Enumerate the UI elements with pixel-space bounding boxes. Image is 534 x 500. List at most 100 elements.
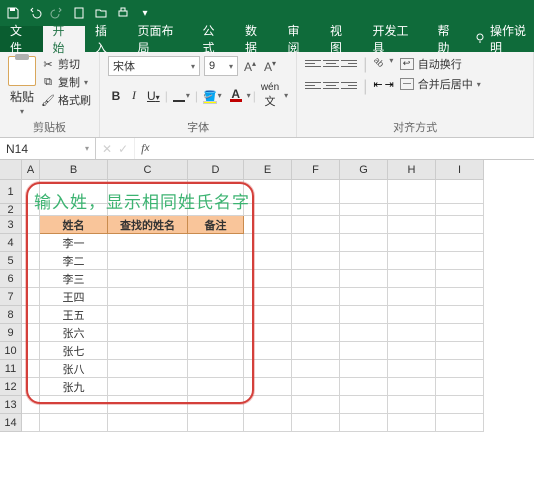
cell[interactable] [244,306,292,324]
tab-file[interactable]: 文件 [0,26,43,52]
cell[interactable] [108,360,188,378]
cell[interactable] [436,414,484,432]
cell[interactable] [436,306,484,324]
cell[interactable] [388,378,436,396]
row-header-4[interactable]: 4 [0,234,21,252]
row-header-14[interactable]: 14 [0,414,21,432]
tab-help[interactable]: 帮助 [428,26,471,52]
cell[interactable] [436,270,484,288]
cell[interactable] [244,342,292,360]
cell[interactable] [244,252,292,270]
cancel-formula-icon[interactable]: ✕ [102,142,112,156]
cell[interactable] [340,414,388,432]
align-right-button[interactable] [341,78,357,92]
qat-customize-icon[interactable]: ▾ [138,6,152,20]
cell[interactable] [388,288,436,306]
cell[interactable] [108,204,188,216]
row-header-2[interactable]: 2 [0,204,21,216]
cell[interactable] [436,288,484,306]
cell[interactable] [108,342,188,360]
cell[interactable] [188,342,244,360]
paste-button[interactable]: 粘贴 ▾ [8,56,36,116]
cell[interactable] [108,324,188,342]
formula-input[interactable] [155,138,534,159]
name-cell[interactable]: 张七 [40,342,108,360]
cell[interactable] [292,396,340,414]
format-painter-button[interactable]: 🖌格式刷 [42,92,91,108]
cell[interactable] [40,414,108,432]
cell[interactable] [388,414,436,432]
tab-formulas[interactable]: 公式 [193,26,236,52]
name-cell[interactable]: 王四 [40,288,108,306]
col-header-E[interactable]: E [244,160,292,180]
cell[interactable] [108,270,188,288]
row-header-5[interactable]: 5 [0,252,21,270]
fx-icon[interactable]: fx [135,138,155,159]
name-cell[interactable]: 王五 [40,306,108,324]
font-size-dropdown[interactable]: 9▾ [204,56,238,76]
name-cell[interactable]: 李一 [40,234,108,252]
cell[interactable] [22,252,40,270]
cell[interactable] [388,396,436,414]
cell[interactable] [188,324,244,342]
cell[interactable] [108,180,188,204]
cell[interactable] [292,306,340,324]
cell[interactable] [22,378,40,396]
col-header-C[interactable]: C [108,160,188,180]
cell[interactable] [40,204,108,216]
cell[interactable] [108,414,188,432]
cell[interactable] [188,378,244,396]
cell[interactable] [436,180,484,204]
name-cell[interactable]: 张九 [40,378,108,396]
tab-insert[interactable]: 插入 [85,26,128,52]
font-name-dropdown[interactable]: 宋体▾ [108,56,200,76]
cell[interactable] [108,234,188,252]
cell[interactable] [108,288,188,306]
col-header-I[interactable]: I [436,160,484,180]
row-header-1[interactable]: 1 [0,180,21,204]
copy-button[interactable]: ⧉复制▾ [42,74,91,90]
cell[interactable] [292,324,340,342]
col-header-A[interactable]: A [22,160,40,180]
cell[interactable] [244,270,292,288]
cell[interactable] [292,288,340,306]
cell[interactable] [188,234,244,252]
font-color-button[interactable]: A [227,87,245,104]
new-file-icon[interactable] [72,6,86,20]
cell[interactable] [22,270,40,288]
underline-button[interactable]: U▾ [144,87,163,105]
cell[interactable] [40,180,108,204]
cell[interactable] [436,360,484,378]
cell[interactable] [108,252,188,270]
cell[interactable] [292,252,340,270]
cell[interactable] [436,216,484,234]
align-left-button[interactable] [305,78,321,92]
cell[interactable] [436,204,484,216]
cell[interactable] [244,216,292,234]
cell[interactable] [436,234,484,252]
cell[interactable] [22,234,40,252]
name-cell[interactable]: 张六 [40,324,108,342]
wrap-text-button[interactable]: 自动换行 [400,56,481,72]
cell[interactable] [340,324,388,342]
cell[interactable] [244,378,292,396]
cell[interactable] [292,414,340,432]
cell[interactable] [388,306,436,324]
tab-home[interactable]: 开始 [43,26,86,52]
cell[interactable] [340,378,388,396]
name-cell[interactable]: 张八 [40,360,108,378]
row-header-8[interactable]: 8 [0,306,21,324]
cell[interactable] [22,342,40,360]
cell[interactable] [22,306,40,324]
undo-icon[interactable] [28,6,42,20]
bold-button[interactable]: B [108,87,124,105]
cell[interactable] [340,396,388,414]
cell[interactable] [244,234,292,252]
cell[interactable] [340,270,388,288]
col-header-D[interactable]: D [188,160,244,180]
cell[interactable] [22,288,40,306]
cell[interactable] [436,396,484,414]
align-middle-button[interactable] [323,56,339,70]
row-header-3[interactable]: 3 [0,216,21,234]
cell[interactable] [188,180,244,204]
